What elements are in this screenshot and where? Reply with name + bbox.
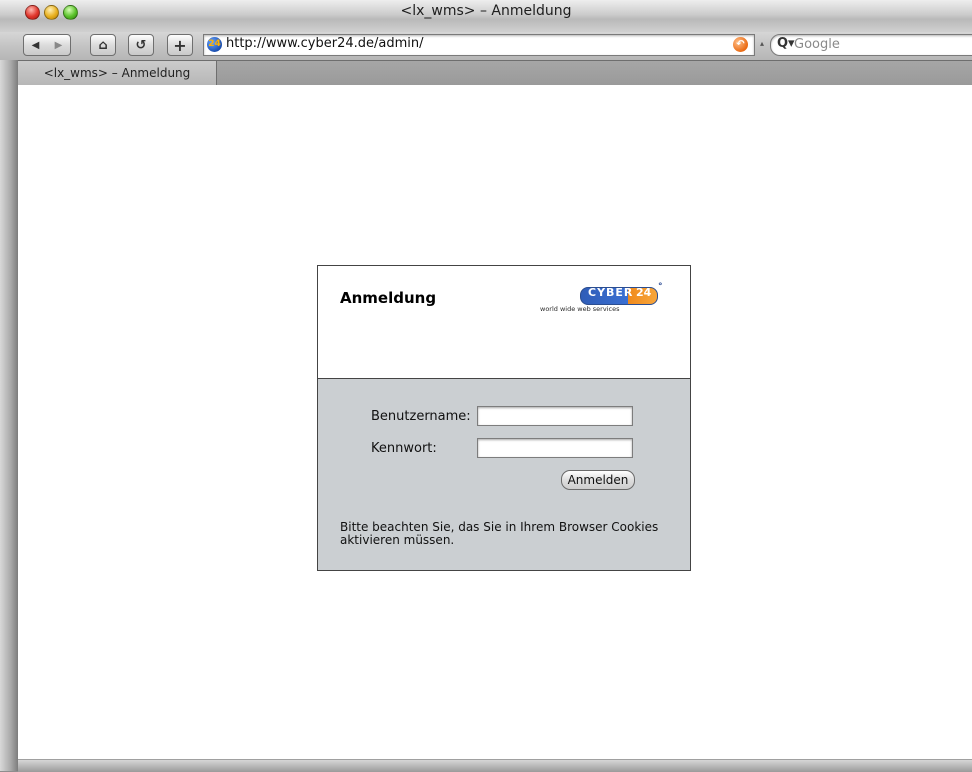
window-title: <lx_wms> – Anmeldung xyxy=(400,3,572,19)
url-text[interactable]: http://www.cyber24.de/admin/ xyxy=(226,36,424,51)
login-panel: Anmeldung CYBER 24 ° world wide web serv… xyxy=(317,265,691,571)
logo-number: 24 xyxy=(636,286,652,299)
address-bar[interactable]: 24 http://www.cyber24.de/admin/ ↶ xyxy=(203,34,755,56)
page-title: Anmeldung xyxy=(340,289,437,307)
search-placeholder: Google xyxy=(794,37,840,52)
reload-button[interactable]: ↺ xyxy=(128,34,154,56)
add-bookmark-button[interactable]: + xyxy=(167,34,193,56)
site-favicon-icon: 24 xyxy=(207,37,222,52)
back-arrow-icon[interactable]: ◀ xyxy=(32,40,40,51)
home-button[interactable]: ⌂ xyxy=(90,34,116,56)
login-header: Anmeldung CYBER 24 ° world wide web serv… xyxy=(318,266,690,379)
username-field[interactable] xyxy=(477,406,633,426)
logo-swirl-icon: ° xyxy=(658,282,663,292)
password-field[interactable] xyxy=(477,438,633,458)
login-button[interactable]: Anmelden xyxy=(561,470,635,490)
snapback-icon[interactable]: ↶ xyxy=(733,37,748,52)
window-bottom-edge xyxy=(18,759,972,772)
forward-arrow-icon[interactable]: ▶ xyxy=(55,40,63,51)
cyber24-logo: CYBER 24 ° world wide web services xyxy=(540,282,670,320)
title-bar: <lx_wms> – Anmeldung xyxy=(0,0,972,33)
window-shadow xyxy=(0,0,18,771)
search-field[interactable]: Q▾ Google xyxy=(770,34,972,56)
reload-icon: ↺ xyxy=(135,37,147,53)
logo-brand: CYBER xyxy=(588,286,634,299)
logo-tagline: world wide web services xyxy=(540,305,620,313)
back-forward-button[interactable]: ◀ ▶ xyxy=(23,34,71,56)
username-label: Benutzername: xyxy=(371,409,471,424)
search-engine-chevron-icon[interactable]: ▴ xyxy=(760,39,764,48)
search-icon[interactable]: Q▾ xyxy=(777,36,795,51)
password-label: Kennwort: xyxy=(371,441,437,456)
tab-bar: <lx_wms> – Anmeldung xyxy=(18,60,972,86)
plus-icon: + xyxy=(173,35,187,55)
browser-toolbar: ◀ ▶ ⌂ ↺ + 24 http://www.cyber24.de/admin… xyxy=(0,32,972,60)
cookie-notice: Bitte beachten Sie, das Sie in Ihrem Bro… xyxy=(340,520,659,547)
login-form: Benutzername: Kennwort: Anmelden Bitte b… xyxy=(318,379,690,570)
tab-anmeldung[interactable]: <lx_wms> – Anmeldung xyxy=(18,61,217,85)
home-icon: ⌂ xyxy=(98,37,108,53)
